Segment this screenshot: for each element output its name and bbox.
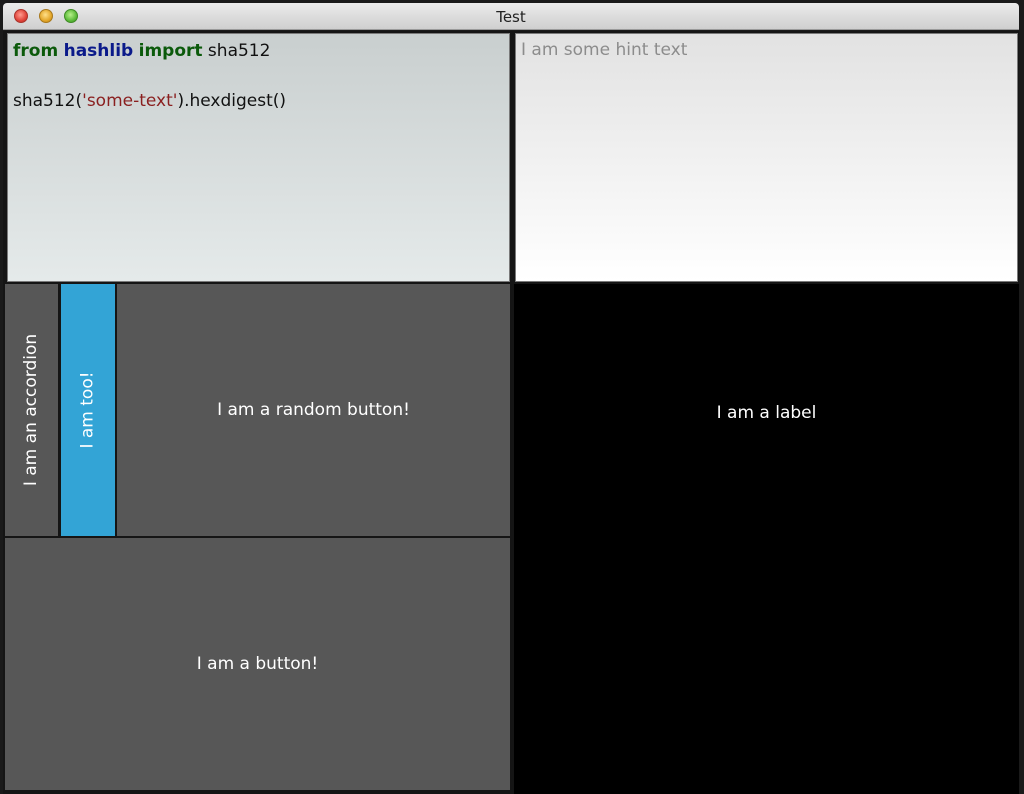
window-title: Test xyxy=(496,8,526,26)
window-titlebar: Test xyxy=(3,3,1019,30)
text-input[interactable]: I am some hint text xyxy=(515,33,1018,282)
accordion-item-accordion[interactable]: I am an accordion xyxy=(5,284,58,536)
accordion-item-label: I am too! xyxy=(78,371,98,449)
label-panel: I am a label xyxy=(514,284,1019,794)
code-line: from hashlib import sha512 xyxy=(13,41,271,61)
window-content: from hashlib import sha512 sha512('some-… xyxy=(3,31,1019,794)
code-editor[interactable]: from hashlib import sha512 sha512('some-… xyxy=(7,33,510,282)
hint-text: I am some hint text xyxy=(521,40,688,60)
random-button-label: I am a random button! xyxy=(217,400,410,420)
random-button[interactable]: I am a random button! xyxy=(117,284,510,536)
code-line: sha512('some-text').hexdigest() xyxy=(13,91,287,111)
main-button[interactable]: I am a button! xyxy=(5,538,510,790)
main-button-label: I am a button! xyxy=(196,654,319,674)
accordion-item-label: I am an accordion xyxy=(21,333,42,487)
accordion-item-too[interactable]: I am too! xyxy=(61,284,115,536)
label-text: I am a label xyxy=(716,402,817,423)
